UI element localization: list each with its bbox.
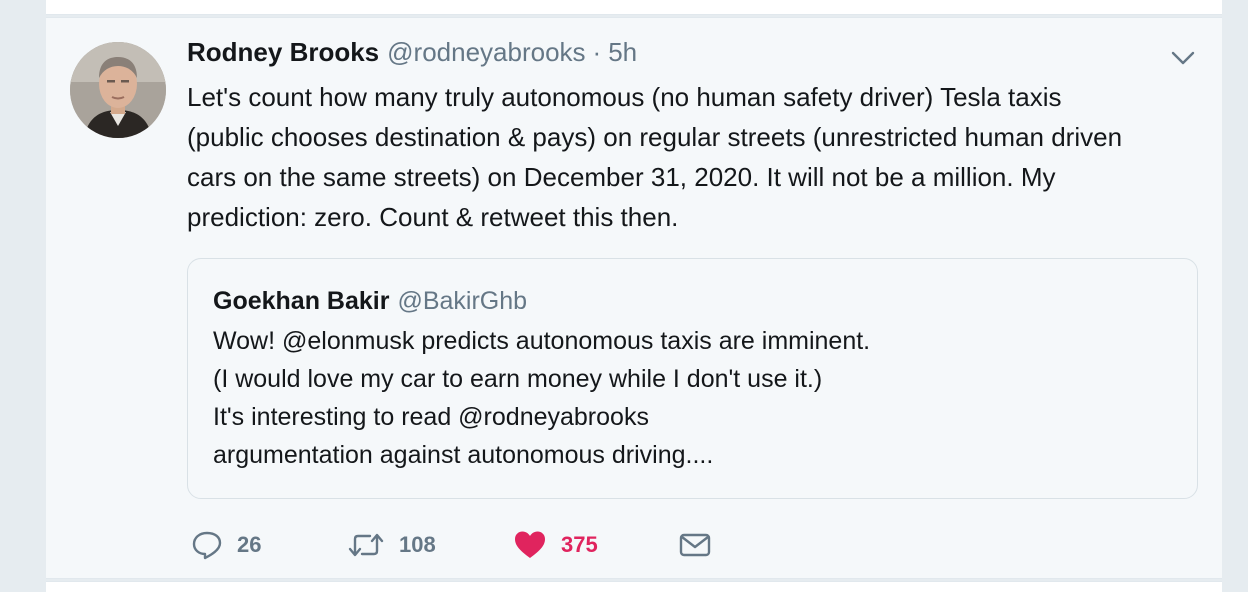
- tweet-card[interactable]: Rodney Brooks @rodneyabrooks · 5h Let's …: [46, 17, 1222, 579]
- quoted-tweet[interactable]: Goekhan Bakir @BakirGhb Wow! @elonmusk p…: [187, 258, 1198, 499]
- quoted-author-handle: @BakirGhb: [397, 287, 528, 315]
- like-count: 375: [561, 532, 598, 557]
- header-separator: ·: [592, 37, 602, 67]
- tweet-text: Let's count how many truly autonomous (n…: [187, 82, 1123, 232]
- like-button[interactable]: 375: [513, 523, 598, 567]
- heart-icon: [515, 531, 545, 558]
- direct-message-button[interactable]: [679, 523, 711, 567]
- tweet-actions: 26 108 375: [191, 523, 751, 567]
- tweet-header: Rodney Brooks @rodneyabrooks · 5h: [187, 37, 637, 71]
- reply-icon: [192, 531, 222, 560]
- retweet-icon: [348, 533, 384, 557]
- retweet-button[interactable]: 108: [347, 523, 436, 567]
- retweet-count: 108: [399, 532, 436, 557]
- next-tweet-card: [46, 581, 1222, 592]
- envelope-icon: [679, 533, 711, 557]
- reply-count: 26: [237, 532, 262, 557]
- author-handle[interactable]: @rodneyabrooks: [387, 37, 585, 68]
- chevron-down-icon: [1171, 51, 1195, 65]
- previous-tweet-card: [46, 0, 1222, 15]
- quoted-tweet-text: Wow! @elonmusk predicts autonomous taxis…: [213, 327, 871, 469]
- reply-button[interactable]: 26: [191, 523, 261, 567]
- quoted-author-name: Goekhan Bakir: [213, 287, 390, 315]
- quoted-tweet-header: Goekhan Bakir @BakirGhb: [213, 287, 527, 316]
- avatar[interactable]: [70, 42, 166, 138]
- author-name[interactable]: Rodney Brooks: [187, 37, 379, 68]
- avatar-photo: [70, 42, 166, 138]
- tweet-timestamp[interactable]: 5h: [608, 37, 637, 68]
- tweet-menu-button[interactable]: [1168, 46, 1198, 70]
